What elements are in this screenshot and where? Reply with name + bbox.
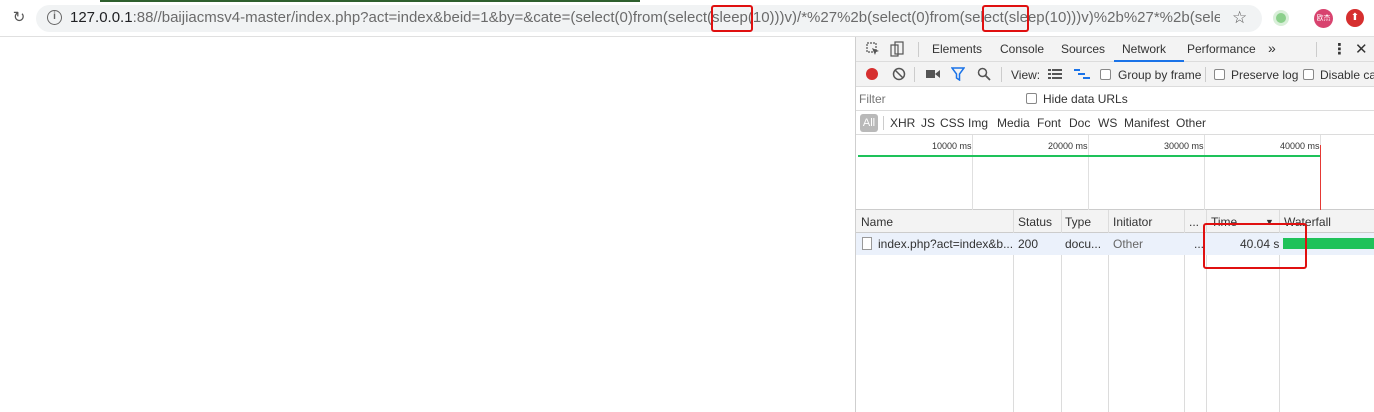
network-overview[interactable]: 10000 ms 20000 ms 30000 ms 40000 ms <box>856 135 1374 210</box>
record-icon[interactable] <box>866 68 878 80</box>
column-status[interactable]: Status <box>1018 215 1052 229</box>
column-size[interactable]: ... <box>1189 215 1199 229</box>
tab-console[interactable]: Console <box>1000 42 1044 56</box>
overview-load-marker <box>1320 145 1321 210</box>
column-name[interactable]: Name <box>861 215 893 229</box>
waterfall-view-icon[interactable] <box>1074 68 1090 80</box>
view-label: View: <box>1011 68 1041 82</box>
divider <box>918 42 919 57</box>
overview-tick: 20000 ms <box>1048 141 1088 151</box>
document-icon <box>862 237 872 250</box>
type-filter-js[interactable]: JS <box>921 116 935 130</box>
divider <box>914 67 915 82</box>
type-filter-font[interactable]: Font <box>1037 116 1061 130</box>
filter-bar: Hide data URLs <box>856 87 1374 111</box>
type-filter-ws[interactable]: WS <box>1098 116 1117 130</box>
request-type: docu... <box>1065 237 1102 251</box>
preserve-log-label: Preserve log <box>1231 68 1299 82</box>
extension-icon[interactable] <box>1273 10 1289 26</box>
tab-elements[interactable]: Elements <box>932 42 982 56</box>
highlight-box-2 <box>982 5 1029 32</box>
devtools-tabs: Elements Console Sources Network Perform… <box>856 37 1374 62</box>
grid-line <box>1204 135 1205 210</box>
url-path: :88//baijiacmsv4-master/index.php?act=in… <box>132 9 1220 26</box>
highlight-box-1 <box>711 5 753 32</box>
url-text[interactable]: 127.0.0.1:88//baijiacmsv4-master/index.p… <box>70 9 1220 29</box>
type-filter-all[interactable]: All <box>860 114 878 132</box>
hide-data-urls-label: Hide data URLs <box>1043 92 1128 106</box>
search-icon[interactable] <box>977 67 991 81</box>
bookmark-star-icon[interactable]: ☆ <box>1232 8 1247 28</box>
column-initiator[interactable]: Initiator <box>1113 215 1152 229</box>
group-by-frame-label: Group by frame <box>1118 68 1202 82</box>
network-toolbar: View: Group by frame Preserve log Disabl… <box>856 62 1374 87</box>
resource-type-filters: All XHR JS CSS Img Media Font Doc WS Man… <box>856 111 1374 135</box>
tab-indicator <box>100 0 640 2</box>
device-toolbar-icon[interactable] <box>890 41 904 57</box>
request-initiator: Other <box>1113 237 1144 251</box>
kebab-menu-icon[interactable]: ⋮ <box>1332 40 1347 58</box>
type-filter-img[interactable]: Img <box>968 116 988 130</box>
type-filter-other[interactable]: Other <box>1176 116 1206 130</box>
divider <box>1205 67 1206 82</box>
tab-network[interactable]: Network <box>1122 42 1166 56</box>
devtools-panel: Elements Console Sources Network Perform… <box>855 37 1374 412</box>
reload-icon[interactable]: ↻ <box>10 9 28 27</box>
divider <box>1316 42 1317 57</box>
info-icon[interactable]: i <box>47 10 62 25</box>
type-filter-xhr[interactable]: XHR <box>890 116 915 130</box>
overview-tick: 30000 ms <box>1164 141 1204 151</box>
request-name[interactable]: index.php?act=index&b... <box>878 237 1013 251</box>
tab-sources[interactable]: Sources <box>1061 42 1105 56</box>
column-type[interactable]: Type <box>1065 215 1091 229</box>
preserve-log-checkbox[interactable] <box>1214 69 1225 80</box>
request-status: 200 <box>1018 237 1039 251</box>
disable-cache-checkbox[interactable] <box>1303 69 1314 80</box>
disable-cache-label: Disable cac <box>1320 68 1374 82</box>
grid-line <box>972 135 973 210</box>
overview-request-bar <box>858 155 1321 157</box>
browser-toolbar: ↻ i 127.0.0.1:88//baijiacmsv4-master/ind… <box>0 0 1374 37</box>
extension-red-icon[interactable]: ⬆ <box>1346 9 1364 27</box>
list-view-icon[interactable] <box>1048 68 1062 80</box>
type-filter-css[interactable]: CSS <box>940 116 965 130</box>
video-camera-icon[interactable] <box>925 68 941 80</box>
profile-avatar[interactable]: 欧杰 <box>1314 9 1333 28</box>
type-filter-media[interactable]: Media <box>997 116 1030 130</box>
grid-line <box>1088 135 1089 210</box>
filter-input[interactable] <box>859 90 1013 108</box>
url-host: 127.0.0.1 <box>70 9 133 26</box>
overview-tick: 10000 ms <box>932 141 972 151</box>
more-tabs-icon[interactable]: » <box>1268 40 1276 56</box>
overview-tick: 40000 ms <box>1280 141 1320 151</box>
clear-icon[interactable] <box>892 67 906 81</box>
divider <box>883 116 884 130</box>
close-icon[interactable]: ✕ <box>1355 40 1368 58</box>
group-by-frame-checkbox[interactable] <box>1100 69 1111 80</box>
hide-data-urls-checkbox[interactable] <box>1026 93 1037 104</box>
filter-funnel-icon[interactable] <box>951 67 965 81</box>
type-filter-doc[interactable]: Doc <box>1069 116 1090 130</box>
inspect-element-icon[interactable] <box>866 42 880 56</box>
divider <box>1001 67 1002 82</box>
highlight-box-time <box>1203 223 1307 269</box>
tab-performance[interactable]: Performance <box>1187 42 1256 56</box>
type-filter-manifest[interactable]: Manifest <box>1124 116 1169 130</box>
